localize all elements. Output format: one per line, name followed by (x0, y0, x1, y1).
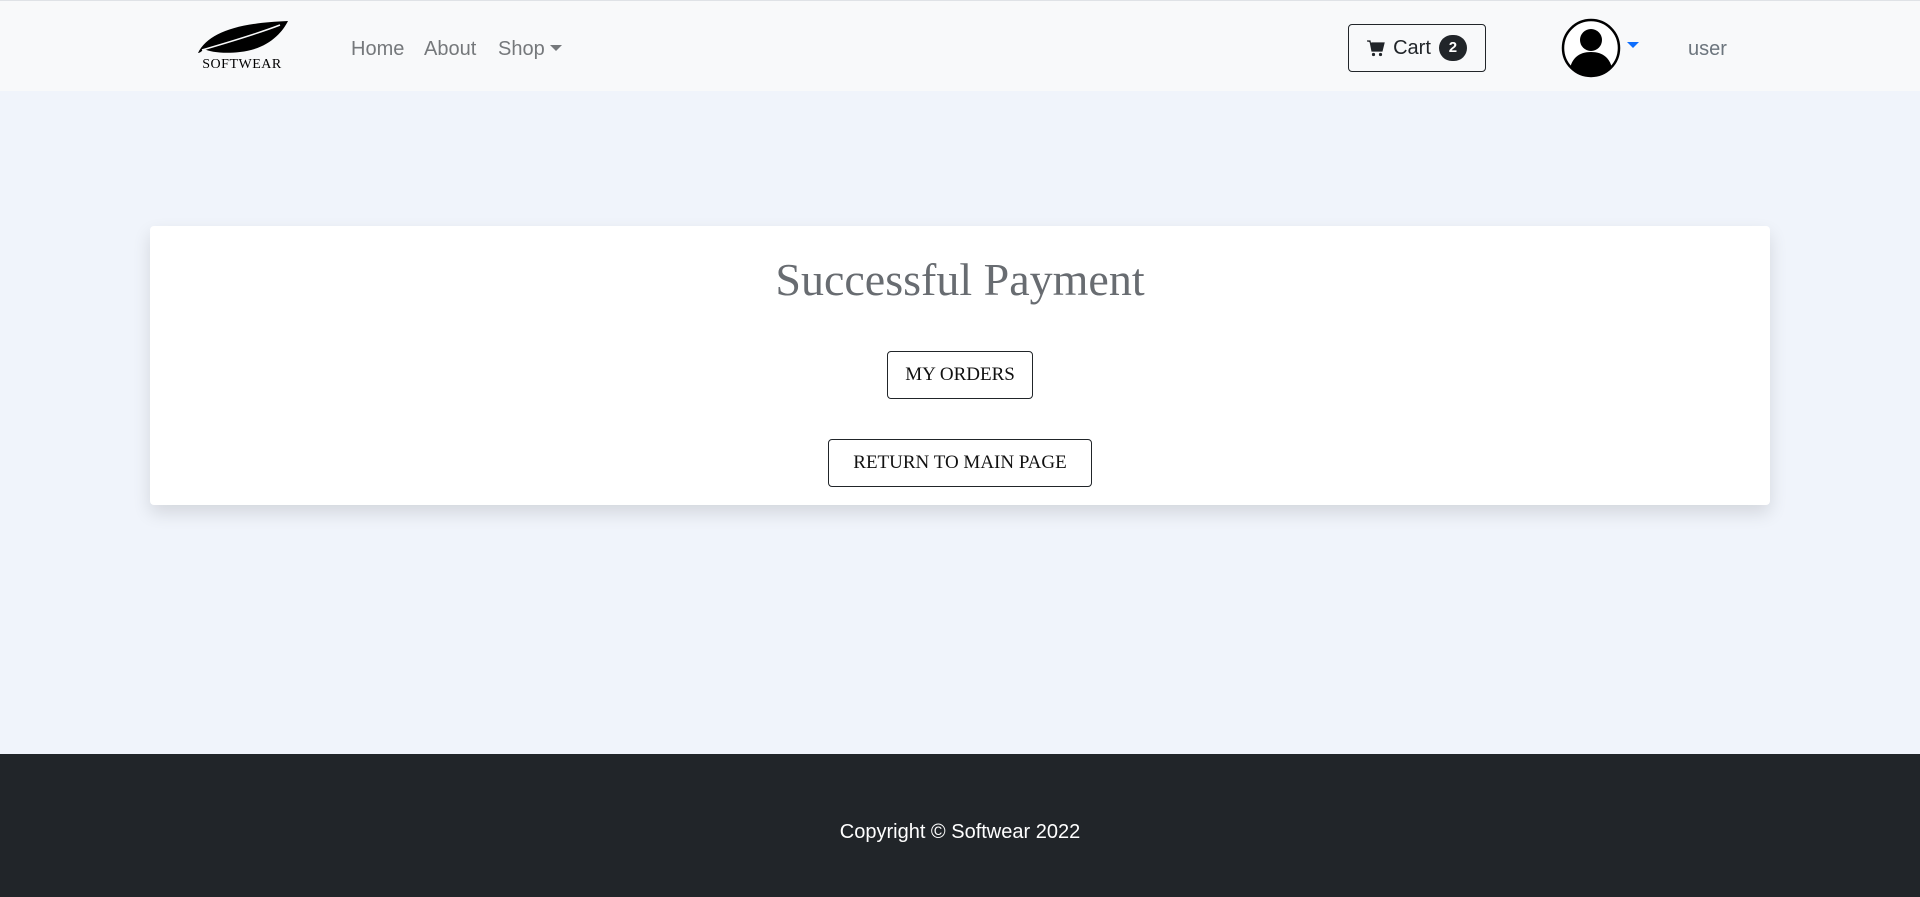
brand-logo[interactable]: SOFTWEAR (192, 19, 292, 77)
nav-home[interactable]: Home (351, 37, 404, 61)
cart-icon (1367, 40, 1385, 57)
copyright-text: Copyright © Softwear 2022 (839, 821, 1081, 843)
navbar: SOFTWEAR Home About Shop Cart 2 user (0, 0, 1920, 91)
return-to-main-page-button[interactable]: RETURN TO MAIN PAGE (828, 439, 1092, 487)
payment-success-card: Successful Payment MY ORDERS RETURN TO M… (150, 226, 1770, 505)
brand-name: SOFTWEAR (202, 57, 282, 72)
cart-label: Cart (1393, 36, 1431, 59)
my-orders-button[interactable]: MY ORDERS (887, 351, 1033, 399)
footer: Copyright © Softwear 2022 (0, 754, 1920, 897)
chevron-down-icon (1627, 42, 1639, 48)
user-avatar-icon (1561, 18, 1621, 78)
cart-button[interactable]: Cart 2 (1348, 24, 1486, 72)
nav-shop-label: Shop (498, 38, 545, 60)
leaf-logo-icon (198, 21, 288, 53)
page-title: Successful Payment (775, 254, 1145, 305)
nav-shop-dropdown[interactable]: Shop (498, 37, 562, 61)
cart-count-badge: 2 (1438, 35, 1467, 61)
user-menu-toggle[interactable] (1561, 18, 1639, 78)
chevron-down-icon (549, 44, 562, 51)
username-label: user (1688, 38, 1727, 60)
nav-about[interactable]: About (424, 37, 476, 61)
